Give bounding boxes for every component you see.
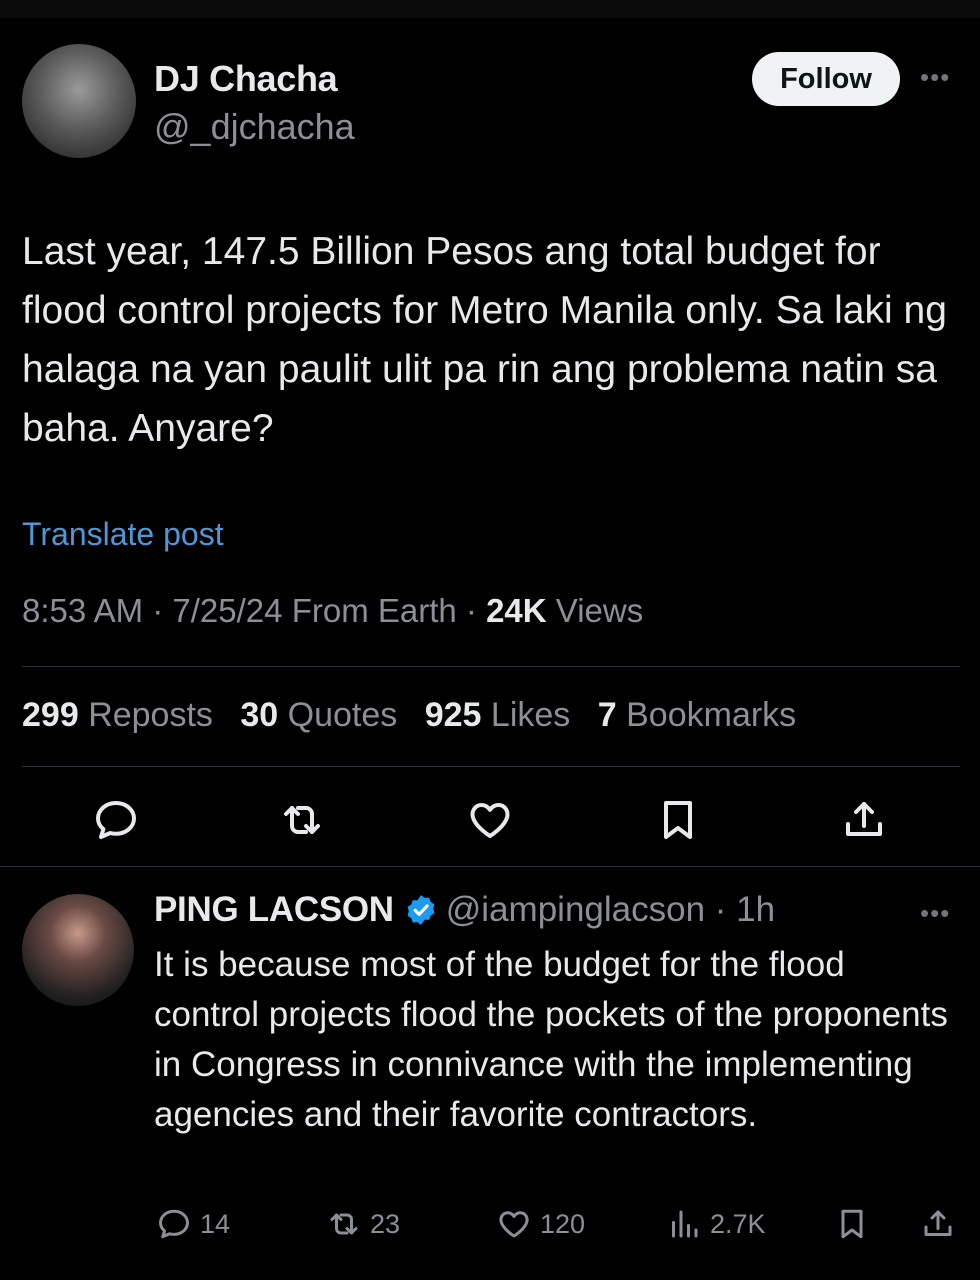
replies-count: 14 — [200, 1208, 231, 1239]
top-bar — [0, 0, 980, 18]
views-label: Views — [555, 592, 644, 629]
more-options-icon[interactable]: ••• — [920, 64, 950, 90]
quotes-stat[interactable]: 30 Quotes — [240, 696, 397, 734]
engagement-stats: 299 Reposts 30 Quotes 925 Likes 7 Bookma… — [22, 696, 814, 735]
tweet-meta: 8:53 AM · 7/25/24 From Earth · 24K Views — [22, 592, 644, 629]
reply-replies-button[interactable]: 14 — [156, 1206, 230, 1242]
views-icon — [666, 1206, 702, 1242]
translate-post-link[interactable]: Translate post — [22, 516, 224, 553]
likes-count: 120 — [540, 1208, 586, 1239]
reply-header: PING LACSON @iampinglacson · 1h — [154, 890, 776, 930]
reply-author-handle[interactable]: @iampinglacson — [446, 890, 705, 930]
bookmarks-stat[interactable]: 7 Bookmarks — [598, 696, 796, 734]
reposts-count: 23 — [370, 1208, 401, 1239]
likes-stat[interactable]: 925 Likes — [425, 696, 571, 734]
reply-icon — [156, 1206, 192, 1242]
divider — [22, 766, 960, 767]
reply-author-name[interactable]: PING LACSON — [154, 890, 394, 930]
reposts-stat[interactable]: 299 Reposts — [22, 696, 213, 734]
follow-button[interactable]: Follow — [752, 52, 900, 106]
author-avatar[interactable] — [22, 44, 136, 158]
views-count: 24K — [486, 592, 547, 629]
author-name[interactable]: DJ Chacha — [154, 58, 338, 100]
tweet-time[interactable]: 8:53 AM — [22, 592, 143, 629]
verified-badge-icon — [404, 893, 438, 927]
divider — [0, 866, 980, 867]
share-icon — [920, 1206, 956, 1242]
bookmark-icon — [834, 1206, 870, 1242]
tweet-text: Last year, 147.5 Billion Pesos ang total… — [22, 230, 947, 450]
reply-views-button[interactable]: 2.7K — [666, 1206, 766, 1242]
like-icon — [496, 1206, 532, 1242]
reply-share-button[interactable] — [920, 1206, 956, 1242]
share-icon[interactable] — [840, 796, 888, 844]
repost-icon[interactable] — [278, 796, 326, 844]
reply-time[interactable]: 1h — [736, 890, 775, 930]
tweet-location: From Earth — [291, 592, 457, 629]
author-handle[interactable]: @_djchacha — [154, 106, 355, 148]
divider — [22, 666, 960, 667]
reply-more-options-icon[interactable]: ••• — [920, 900, 950, 926]
views-count: 2.7K — [710, 1208, 766, 1239]
reply-text: It is because most of the budget for the… — [154, 945, 948, 1134]
bookmark-icon[interactable] — [654, 796, 702, 844]
repost-icon — [326, 1206, 362, 1242]
tweet-date[interactable]: 7/25/24 — [172, 592, 282, 629]
reply-bookmark-button[interactable] — [834, 1206, 870, 1242]
reply-icon[interactable] — [92, 796, 140, 844]
reply-repost-button[interactable]: 23 — [326, 1206, 400, 1242]
reply-like-button[interactable]: 120 — [496, 1206, 585, 1242]
tweet-detail-page: DJ Chacha @_djchacha Follow ••• Last yea… — [0, 0, 980, 1280]
reply-author-avatar[interactable] — [22, 894, 134, 1006]
like-icon[interactable] — [466, 796, 514, 844]
